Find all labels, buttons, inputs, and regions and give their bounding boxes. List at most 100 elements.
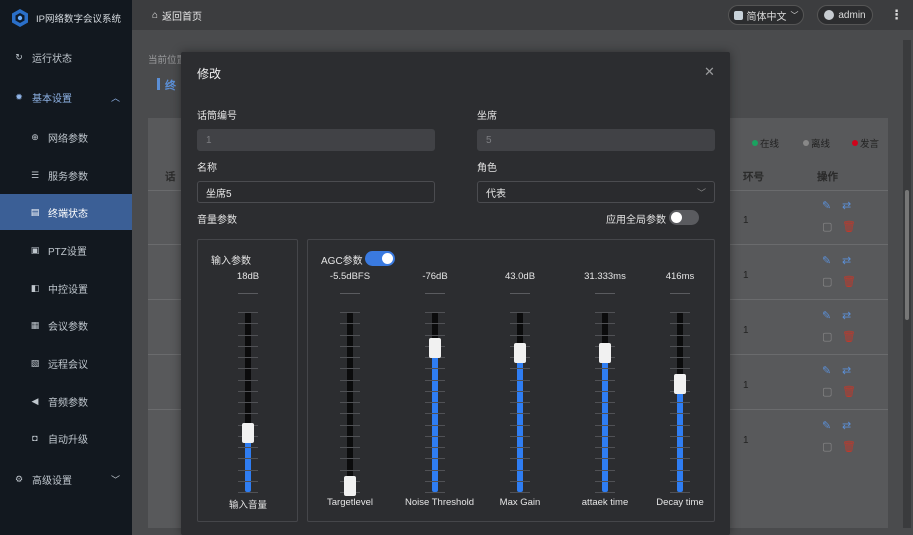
user-menu[interactable]: admin bbox=[817, 5, 873, 25]
seat-field: 5 bbox=[477, 129, 715, 151]
fader-thumb[interactable] bbox=[599, 343, 611, 364]
fader-tick bbox=[595, 435, 615, 437]
sidebar-item-remote-meeting[interactable]: ▧ 远程会议 bbox=[0, 345, 132, 381]
home-link[interactable]: ⌂ 返回首页 bbox=[152, 8, 202, 23]
fader-thumb[interactable] bbox=[242, 422, 254, 443]
delete-icon[interactable]: 🗑 bbox=[842, 275, 856, 288]
sidebar-item-ptz[interactable]: ▣ PTZ设置 bbox=[0, 232, 132, 268]
fader-tick bbox=[595, 480, 615, 482]
fader-tick bbox=[340, 368, 360, 370]
fader-tick bbox=[425, 469, 445, 471]
sidebar-item-meeting[interactable]: ▦ 会议参数 bbox=[0, 307, 132, 343]
fader-tick bbox=[670, 345, 690, 347]
fader-tick bbox=[595, 492, 615, 493]
fader-tick bbox=[238, 357, 258, 358]
edit-icon[interactable]: ✎ bbox=[822, 364, 831, 377]
role-select[interactable]: 代表 ﹀ bbox=[477, 181, 715, 203]
fader-tick bbox=[510, 390, 530, 392]
edit-icon[interactable]: ✎ bbox=[822, 199, 831, 212]
fader-label: 输入音量 bbox=[228, 500, 267, 511]
swap-icon[interactable]: ⇄ bbox=[842, 364, 851, 377]
swap-icon[interactable]: ⇄ bbox=[842, 199, 851, 212]
fader-tick bbox=[510, 334, 530, 336]
swap-icon[interactable]: ⇄ bbox=[842, 419, 851, 432]
fader-tick bbox=[425, 447, 445, 448]
more-menu-icon[interactable]: ⋮ bbox=[890, 7, 903, 23]
fader-fill bbox=[517, 353, 523, 492]
online-dot-icon bbox=[752, 140, 758, 146]
copy-icon[interactable]: ▢ bbox=[822, 275, 832, 288]
fader-fill bbox=[677, 384, 683, 492]
copy-icon[interactable]: ▢ bbox=[822, 385, 832, 398]
apply-global-toggle[interactable] bbox=[669, 210, 699, 225]
fader-thumb[interactable] bbox=[514, 343, 526, 364]
fader-tick bbox=[595, 447, 615, 448]
sidebar-item-terminal-status[interactable]: ▤ 终端状态 bbox=[0, 194, 132, 230]
close-icon[interactable]: ✕ bbox=[704, 64, 715, 80]
legend-label: 发言 bbox=[860, 139, 880, 150]
sidebar-group-basic-settings[interactable]: ✹ 基本设置 ︿ bbox=[0, 79, 132, 115]
fader-tick bbox=[425, 390, 445, 392]
agc-toggle[interactable] bbox=[365, 251, 395, 266]
fader-tick bbox=[238, 379, 258, 381]
app-logo-icon bbox=[12, 9, 28, 27]
chevron-down-icon: ﹀ bbox=[110, 474, 120, 485]
fader-thumb[interactable] bbox=[674, 374, 686, 394]
fader-thumb[interactable] bbox=[429, 338, 441, 358]
sidebar-item-run-status[interactable]: ↻ 运行状态 bbox=[0, 39, 132, 75]
copy-icon[interactable]: ▢ bbox=[822, 220, 832, 233]
sidebar-item-label: 服务参数 bbox=[48, 171, 88, 183]
sidebar-group-advanced-settings[interactable]: ⚙ 高级设置 ﹀ bbox=[0, 461, 132, 497]
fader-tick bbox=[340, 458, 360, 460]
delete-icon[interactable]: 🗑 bbox=[842, 440, 856, 453]
fader-tick bbox=[510, 368, 530, 370]
fader-tick bbox=[425, 379, 445, 381]
language-select[interactable]: 简体中文 ﹀ bbox=[728, 5, 804, 25]
role-label: 角色 bbox=[477, 163, 497, 174]
fader-label: Noise Threshold bbox=[405, 497, 475, 508]
edit-icon[interactable]: ✎ bbox=[822, 309, 831, 322]
fader-tick bbox=[510, 480, 530, 482]
edit-icon[interactable]: ✎ bbox=[822, 254, 831, 267]
fader-tick bbox=[238, 480, 258, 482]
fader-value: -76dB bbox=[422, 271, 448, 282]
copy-icon[interactable]: ▢ bbox=[822, 440, 832, 453]
fader-tick bbox=[595, 402, 615, 403]
brand: IP网络数字会议系统 bbox=[0, 0, 132, 36]
fader-tick bbox=[670, 447, 690, 448]
sidebar-item-service[interactable]: ☰ 服务参数 bbox=[0, 157, 132, 193]
fader-tick bbox=[425, 402, 445, 403]
column-header: 话 bbox=[165, 171, 176, 183]
sidebar-item-central-control[interactable]: ◧ 中控设置 bbox=[0, 270, 132, 306]
sidebar-item-label: 运行状态 bbox=[32, 53, 72, 65]
scrollbar-thumb[interactable] bbox=[905, 190, 909, 320]
fader-tick bbox=[510, 323, 530, 325]
upgrade-icon: ◘ bbox=[32, 433, 38, 443]
swap-icon[interactable]: ⇄ bbox=[842, 309, 851, 322]
sidebar-item-audio[interactable]: ◀ 音频参数 bbox=[0, 383, 132, 419]
dialog-title: 修改 bbox=[197, 67, 222, 81]
sidebar-item-label: 中控设置 bbox=[48, 284, 88, 296]
swap-icon[interactable]: ⇄ bbox=[842, 254, 851, 267]
name-field[interactable]: 坐席5 bbox=[197, 181, 435, 203]
copy-icon[interactable]: ▢ bbox=[822, 330, 832, 343]
delete-icon[interactable]: 🗑 bbox=[842, 220, 856, 233]
edit-icon[interactable]: ✎ bbox=[822, 419, 831, 432]
sidebar-item-network[interactable]: ⊕ 网络参数 bbox=[0, 119, 132, 155]
ring-cell: 1 bbox=[743, 380, 749, 391]
fader-tick bbox=[670, 413, 690, 415]
column-header: 环号 bbox=[743, 171, 764, 183]
fader: 18dB 输入音量 bbox=[218, 271, 278, 511]
fader-thumb[interactable] bbox=[344, 476, 356, 496]
meeting-icon: ▦ bbox=[30, 319, 40, 330]
name-label: 名称 bbox=[197, 163, 217, 174]
fader-tick bbox=[340, 402, 360, 403]
fader: 416ms Decay time bbox=[650, 271, 710, 508]
mic-id-label: 话筒编号 bbox=[197, 111, 237, 122]
delete-icon[interactable]: 🗑 bbox=[842, 330, 856, 343]
delete-icon[interactable]: 🗑 bbox=[842, 385, 856, 398]
camera-icon: ▣ bbox=[30, 244, 40, 255]
sidebar-item-auto-upgrade[interactable]: ◘ 自动升级 bbox=[0, 420, 132, 456]
fader-tick bbox=[595, 379, 615, 381]
speaking-dot-icon bbox=[852, 140, 858, 146]
